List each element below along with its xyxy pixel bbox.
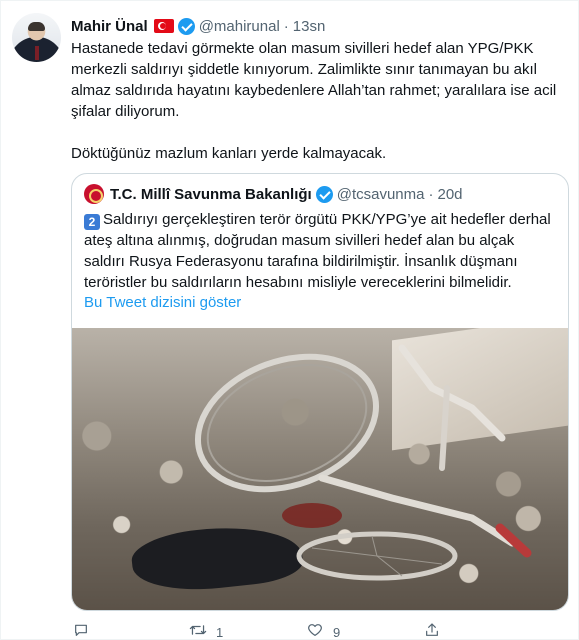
quoted-tweet-photo[interactable] [72,328,568,610]
quoted-author-avatar [84,184,104,204]
tweet-text: Hastanede tedavi görmekte olan masum siv… [71,38,571,164]
quoted-tweet-text: 2 Saldırıyı gerçekleştiren terör örgütü P… [84,209,558,293]
quoted-tweet-body: Saldırıyı gerçekleştiren terör örgütü PK… [84,211,551,291]
like-count: 9 [333,624,341,640]
keycap-number-icon: 2 [84,214,100,230]
tweet-paragraph-2: Döktüğünüz mazlum kanları yerde kalmayac… [71,145,387,162]
heart-icon [305,622,325,640]
quoted-tweet[interactable]: T.C. Millî Savunma Bakanlığı @tcsavunma … [71,173,569,611]
retweet-icon [188,622,208,640]
author-avatar[interactable] [12,13,61,62]
turkish-flag-icon [153,19,174,33]
quoted-header-separator: · [428,185,434,203]
avatar-tie [35,46,39,60]
retweet-button[interactable]: 1 [188,622,305,640]
header-separator: · [283,17,289,35]
author-name[interactable]: Mahir Ünal [71,18,148,35]
quoted-timestamp: 20d [437,185,463,203]
share-icon [422,622,442,640]
tweet[interactable]: Mahir Ünal @mahirunal · 13sn Hastanede t… [0,0,579,640]
show-thread-link[interactable]: Bu Tweet dizisini göster [84,294,241,311]
retweet-count: 1 [216,624,224,640]
quoted-author-name: T.C. Millî Savunma Bakanlığı [110,185,312,203]
quoted-tweet-header: T.C. Millî Savunma Bakanlığı @tcsavunma … [84,184,463,204]
tweet-timestamp[interactable]: 13sn [293,18,326,35]
tweet-paragraph-1: Hastanede tedavi görmekte olan masum siv… [71,40,557,120]
share-button[interactable] [422,622,482,640]
reply-icon [71,622,91,640]
wheelchair-illustration [194,344,532,581]
quoted-author-handle: @tcsavunma [336,185,425,203]
verified-badge-icon [177,17,195,35]
author-handle[interactable]: @mahirunal [199,18,280,35]
tweet-actions: 1 9 [71,623,531,640]
tweet-header: Mahir Ünal @mahirunal · 13sn [71,16,325,36]
like-button[interactable]: 9 [305,622,422,640]
reply-button[interactable] [71,622,188,640]
quoted-verified-badge-icon [315,185,333,203]
avatar-hair [28,22,45,31]
